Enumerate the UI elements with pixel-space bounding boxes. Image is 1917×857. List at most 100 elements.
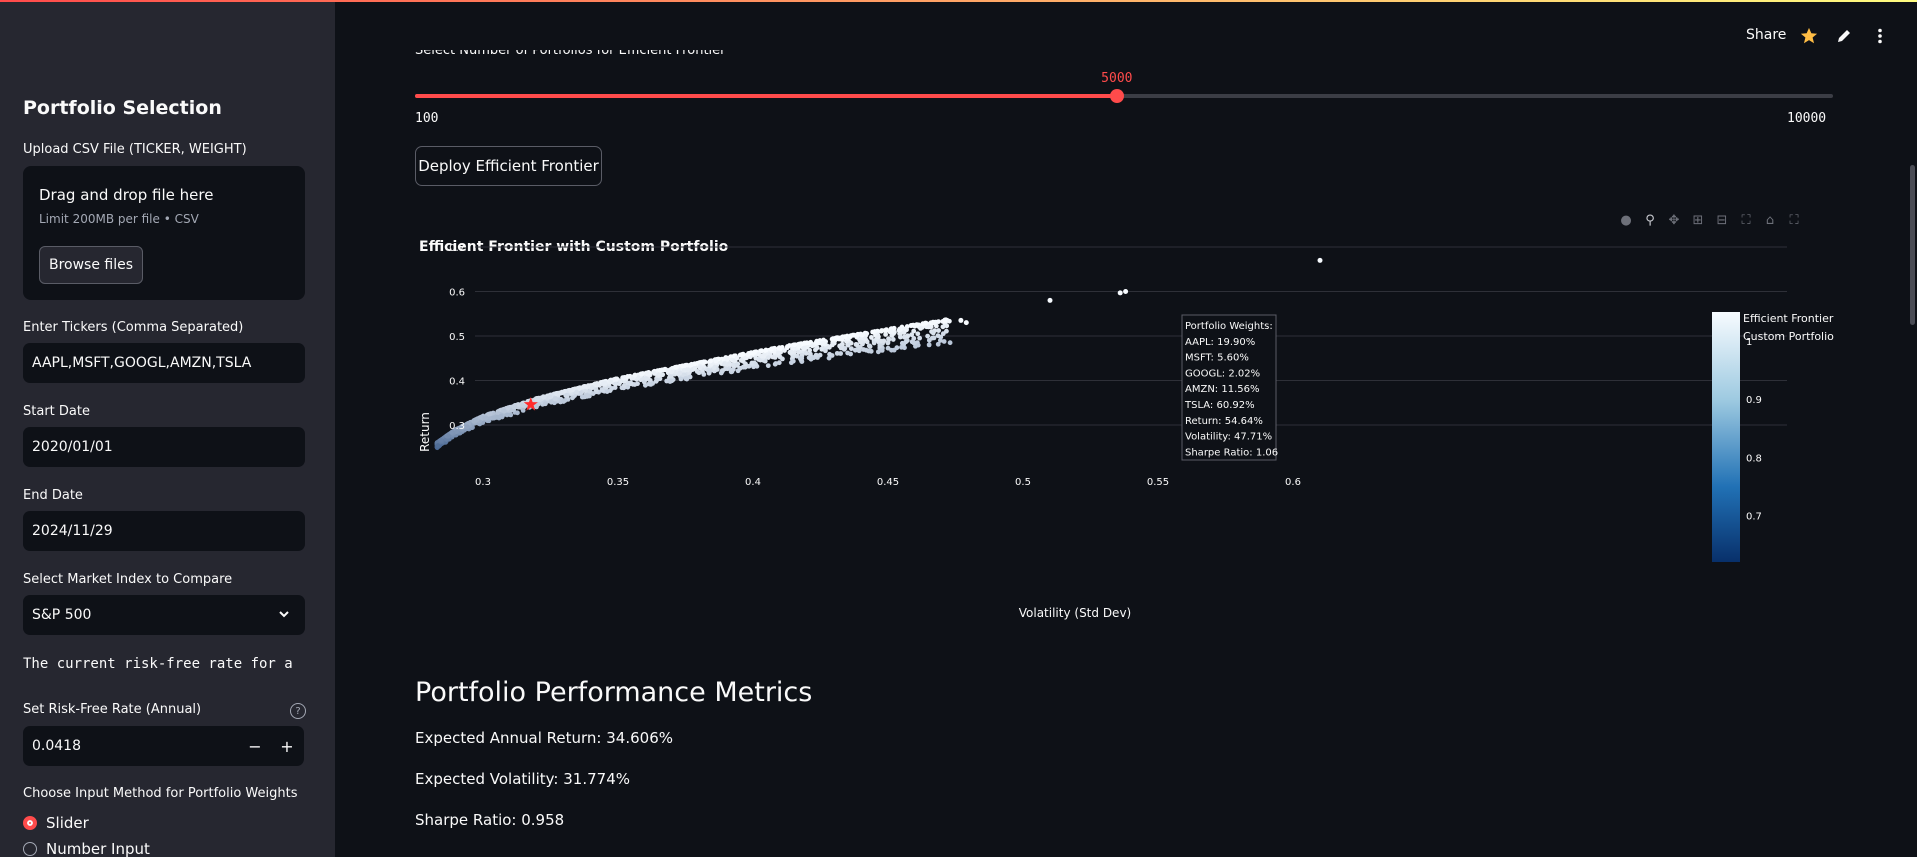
frontier-point — [548, 399, 554, 405]
frontier-point — [848, 346, 854, 352]
frontier-point — [702, 359, 708, 365]
x-tick-label: 0.35 — [607, 477, 629, 488]
frontier-point — [803, 350, 809, 356]
frontier-point — [558, 390, 564, 396]
frontier-point — [896, 327, 902, 333]
frontier-point — [678, 376, 684, 382]
frontier-point — [602, 380, 608, 386]
chart-modebar: ● ⚲ ✥ ⊞ ⊟ ⛶ ⌂ ⛶ — [1610, 212, 1802, 228]
efficient-frontier-chart[interactable]: Efficient Frontier with Custom Portfolio… — [415, 232, 1855, 632]
zoom-icon[interactable]: ⚲ — [1642, 212, 1658, 228]
legend-efficient-frontier[interactable]: Efficient Frontier — [1743, 312, 1834, 325]
frontier-point — [632, 372, 638, 378]
frontier-point — [613, 376, 619, 382]
metric-sharpe-ratio: Sharpe Ratio: 0.958 — [415, 811, 565, 829]
x-tick-label: 0.45 — [877, 477, 899, 488]
frontier-point — [822, 348, 828, 354]
pan-icon[interactable]: ✥ — [1666, 212, 1682, 228]
frontier-point — [561, 399, 566, 404]
frontier-point — [498, 413, 504, 419]
file-dropzone[interactable]: Drag and drop file here Limit 200MB per … — [23, 166, 305, 300]
frontier-point — [713, 358, 719, 364]
frontier-point — [1123, 289, 1129, 294]
radio-slider[interactable]: Slider — [23, 814, 89, 832]
colorbar-tick-label: 0.7 — [1746, 511, 1762, 522]
decrement-button[interactable]: − — [239, 726, 271, 766]
risk-free-stepper[interactable]: 0.0418 − + — [23, 726, 304, 766]
frontier-point — [512, 404, 518, 410]
frontier-point — [552, 396, 558, 402]
frontier-point — [776, 345, 782, 351]
frontier-point — [464, 424, 470, 430]
increment-button[interactable]: + — [271, 726, 303, 766]
frontier-point — [577, 385, 583, 391]
frontier-point — [734, 363, 740, 368]
frontier-point — [734, 355, 740, 361]
market-index-value: S&P 500 — [32, 607, 92, 623]
browse-files-button[interactable]: Browse files — [39, 246, 143, 284]
frontier-point — [638, 371, 644, 377]
frontier-point — [797, 356, 803, 362]
frontier-point — [660, 372, 666, 378]
frontier-point — [885, 340, 891, 345]
frontier-point — [935, 333, 941, 339]
tooltip-line: MSFT: 5.60% — [1185, 353, 1249, 364]
frontier-point — [905, 333, 911, 339]
frontier-point — [769, 346, 774, 352]
help-icon[interactable]: ? — [290, 703, 306, 719]
frontier-point — [776, 360, 782, 366]
frontier-point — [482, 415, 488, 421]
tickers-label: Enter Tickers (Comma Separated) — [23, 320, 244, 335]
share-button[interactable]: Share — [1746, 27, 1786, 43]
radio-selected-icon — [23, 816, 37, 830]
frontier-point — [667, 379, 673, 384]
y-axis-label: Return — [418, 412, 432, 452]
frontier-point — [877, 343, 883, 349]
zoom-out-icon[interactable]: ⊟ — [1714, 212, 1730, 228]
y-tick-label: 0.4 — [449, 377, 465, 388]
frontier-point — [789, 349, 795, 355]
page-scrollbar[interactable] — [1910, 165, 1915, 325]
frontier-point — [438, 437, 444, 443]
zoom-in-icon[interactable]: ⊞ — [1690, 212, 1706, 228]
frontier-point — [564, 393, 570, 398]
legend-custom-portfolio[interactable]: Custom Portfolio — [1743, 330, 1834, 343]
radio-number-input[interactable]: Number Input — [23, 840, 150, 857]
frontier-point — [853, 342, 859, 347]
frontier-point — [870, 329, 876, 335]
frontier-point — [946, 318, 952, 324]
frontier-point — [785, 344, 790, 349]
star-icon[interactable] — [1799, 26, 1819, 46]
frontier-point — [435, 443, 441, 448]
frontier-point — [534, 396, 540, 402]
frontier-point — [848, 351, 853, 357]
frontier-point — [542, 401, 548, 407]
frontier-point — [739, 352, 745, 357]
tooltip-line: Portfolio Weights: — [1185, 321, 1273, 332]
frontier-point — [859, 332, 865, 338]
deploy-frontier-button[interactable]: Deploy Efficient Frontier — [415, 146, 602, 186]
slider-thumb[interactable] — [1109, 89, 1124, 103]
more-menu-icon[interactable] — [1870, 26, 1890, 46]
autoscale-icon[interactable]: ⛶ — [1738, 212, 1754, 228]
start-date-input[interactable]: 2020/01/01 — [23, 427, 305, 467]
portfolio-count-slider[interactable] — [415, 89, 1833, 103]
frontier-point — [868, 348, 874, 354]
metric-expected-volatility: Expected Volatility: 31.774% — [415, 770, 630, 788]
tickers-input[interactable]: AAPL,MSFT,GOOGL,AMZN,TSLA — [23, 343, 305, 383]
home-icon[interactable]: ⌂ — [1762, 212, 1778, 228]
frontier-point — [613, 381, 619, 387]
frontier-point — [890, 337, 896, 342]
frontier-point — [926, 324, 931, 330]
frontier-point — [748, 350, 754, 356]
frontier-point — [574, 389, 580, 395]
tooltip-line: GOOGL: 2.02% — [1185, 368, 1260, 379]
camera-icon[interactable]: ● — [1618, 212, 1634, 228]
end-date-input[interactable]: 2024/11/29 — [23, 511, 305, 551]
edit-icon[interactable] — [1834, 26, 1854, 46]
frontier-point — [501, 408, 507, 414]
fullscreen-icon[interactable]: ⛶ — [1786, 212, 1802, 228]
market-index-select[interactable]: S&P 500 — [23, 595, 305, 635]
y-tick-label: 0.3 — [449, 421, 465, 432]
frontier-point — [520, 408, 526, 413]
